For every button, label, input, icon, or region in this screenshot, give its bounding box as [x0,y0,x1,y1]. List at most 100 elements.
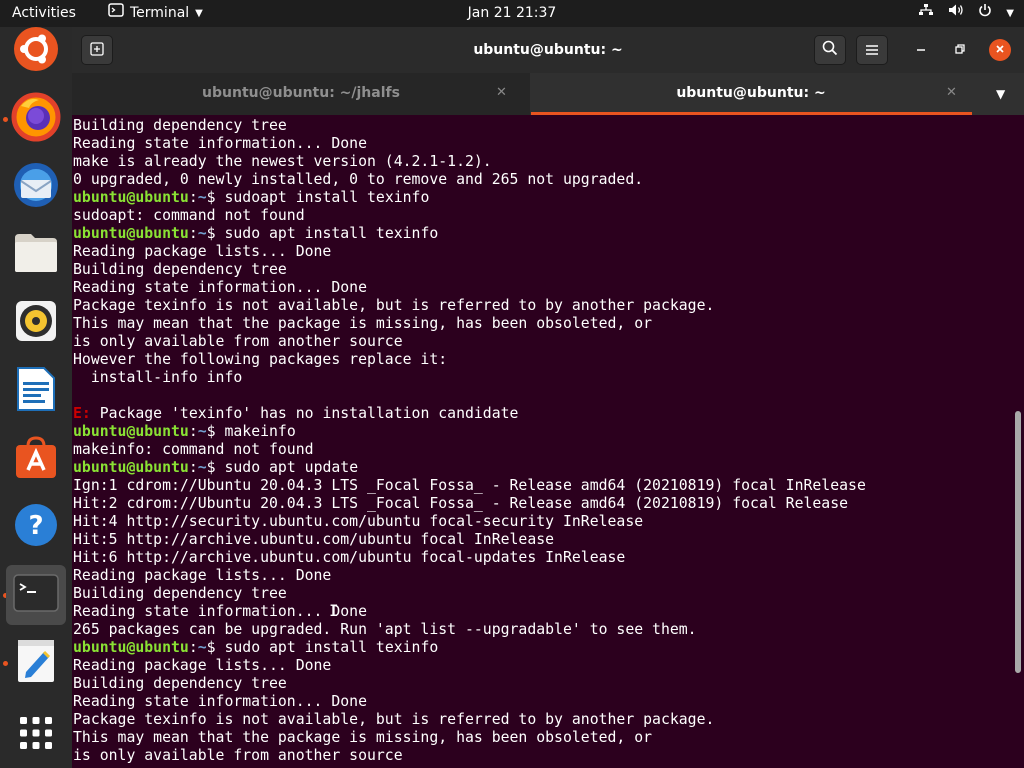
output-line: Reading package lists... Done [73,567,332,584]
dock-terminal[interactable] [6,565,66,625]
app-menu[interactable]: Terminal ▼ [108,0,203,27]
hamburger-menu-icon [865,41,879,60]
help-icon: ? [13,502,59,552]
output-line: make is already the newest version (4.2.… [73,153,492,170]
tab-label: ubuntu@ubuntu: ~ [676,85,826,101]
prompt-separator: : [188,459,198,476]
output-line: However the following packages replace i… [73,351,448,368]
prompt-user-host: ubuntu@ubuntu [73,189,189,206]
prompt-symbol: $ [206,189,225,206]
output-line: is only available from another source [73,333,403,350]
volume-icon [948,0,964,27]
thunderbird-icon [11,160,61,214]
minimize-button[interactable] [910,39,932,61]
output-line: Package texinfo is not available, but is… [73,711,715,728]
command-text: sudo apt update [224,459,359,476]
firefox-icon [11,92,61,146]
prompt-user-host: ubuntu@ubuntu [73,225,189,242]
output-line: Building dependency tree [73,117,287,134]
prompt-path: ~ [197,225,207,242]
files-icon [13,232,59,278]
output-line: Building dependency tree [73,261,287,278]
show-applications-icon [19,716,53,754]
tabs-menu-button[interactable]: ▼ [996,73,1005,115]
prompt-symbol: $ [206,459,225,476]
error-text: Package 'texinfo' has no installation ca… [90,405,519,422]
dock-files[interactable] [6,225,66,285]
dock-text-editor[interactable] [6,633,66,693]
command-text: sudo apt install texinfo [224,639,439,656]
dock: ? [0,27,72,768]
dock-rhythmbox[interactable] [6,293,66,353]
dock-writer[interactable] [6,361,66,421]
prompt-path: ~ [197,459,207,476]
chevron-down-icon: ▼ [1006,8,1014,19]
prompt-separator: : [188,423,198,440]
power-icon [978,0,992,27]
prompt-path: ~ [197,423,207,440]
window-header-bar: ubuntu@ubuntu: ~ [72,27,1024,73]
output-line: Reading package lists... Done [73,243,332,260]
search-icon [822,40,838,60]
restore-button[interactable] [949,39,971,61]
output-line: Reading state information... Done [73,135,367,152]
libreoffice-writer-icon [16,366,56,416]
text-editor-icon [16,638,56,688]
tab-home[interactable]: ubuntu@ubuntu: ~ ✕ [530,73,972,115]
scrollbar-thumb[interactable] [1015,411,1021,673]
output-line: This may mean that the package is missin… [73,729,653,746]
output-line: This may mean that the package is missin… [73,315,653,332]
new-tab-icon [90,41,104,60]
output-line: Reading state information... Done [73,693,367,710]
search-button[interactable] [814,35,846,65]
close-button[interactable] [989,39,1011,61]
terminal-output: Building dependency tree Reading state in… [73,117,866,765]
ubuntu-software-icon [13,434,59,484]
output-line: Hit:6 http://archive.ubuntu.com/ubuntu f… [73,549,626,566]
top-bar: Activities Terminal ▼ Jan 21 21:37 ▼ [0,0,1024,27]
svg-text:?: ? [28,511,43,541]
command-line: ubuntu@ubuntu:~$ sudo apt install texinf… [73,225,866,243]
dock-thunderbird[interactable] [6,157,66,217]
terminal-scrollbar[interactable] [1012,115,1024,768]
clock-label[interactable]: Jan 21 21:37 [468,5,557,21]
prompt-symbol: $ [206,639,225,656]
app-menu-label: Terminal [130,5,190,21]
output-line: 0 upgraded, 0 newly installed, 0 to remo… [73,171,644,188]
terminal-icon [13,574,59,616]
dock-ubuntu[interactable] [6,21,66,81]
dock-firefox[interactable] [6,89,66,149]
restore-icon [955,43,965,58]
tab-jhalfs[interactable]: ubuntu@ubuntu: ~/jhalfs ✕ [72,73,530,115]
system-tray[interactable]: ▼ [918,0,1014,27]
minimize-icon [916,43,926,58]
chevron-down-icon: ▼ [195,8,203,19]
output-line: Hit:4 http://security.ubuntu.com/ubuntu … [73,513,644,530]
prompt-symbol: $ [206,423,225,440]
new-tab-button[interactable] [81,35,113,65]
chevron-down-icon: ▼ [996,87,1006,101]
close-tab-icon[interactable]: ✕ [946,73,957,113]
dock-software[interactable] [6,429,66,489]
close-icon [995,43,1005,58]
prompt-separator: : [188,189,198,206]
close-tab-icon[interactable]: ✕ [496,73,507,113]
output-line: is only available from another source [73,747,403,764]
output-line: Building dependency tree [73,585,287,602]
prompt-symbol: $ [206,225,225,242]
output-line: makeinfo: command not found [73,441,314,458]
dock-help[interactable]: ? [6,497,66,557]
output-line: Building dependency tree [73,675,287,692]
menu-button[interactable] [856,35,888,65]
output-line: Hit:5 http://archive.ubuntu.com/ubuntu f… [73,531,555,548]
command-text: makeinfo [224,423,296,440]
tab-label: ubuntu@ubuntu: ~/jhalfs [202,85,400,101]
tab-bar: ubuntu@ubuntu: ~/jhalfs ✕ ubuntu@ubuntu:… [72,73,1024,115]
network-icon [918,0,934,27]
output-line: Reading package lists... Done [73,657,332,674]
dock-show-apps[interactable] [6,705,66,765]
prompt-separator: : [188,225,198,242]
prompt-path: ~ [197,189,207,206]
terminal-view[interactable]: Building dependency tree Reading state in… [72,115,1012,768]
